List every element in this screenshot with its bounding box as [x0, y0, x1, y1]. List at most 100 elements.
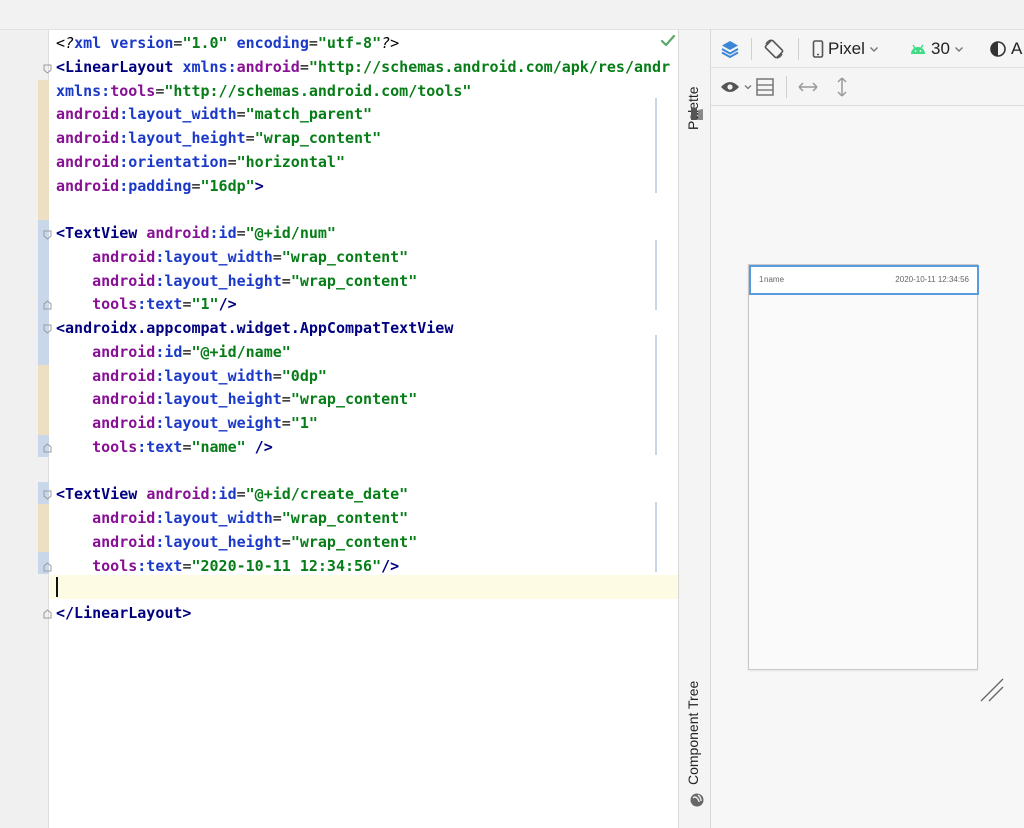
- code-line[interactable]: android:layout_height="wrap_content": [56, 531, 676, 555]
- code-token: :id: [209, 485, 237, 504]
- code-line[interactable]: [56, 578, 676, 602]
- code-line[interactable]: <androidx.appcompat.widget.AppCompatText…: [56, 317, 676, 341]
- code-line[interactable]: android:layout_height="wrap_content": [56, 388, 676, 412]
- vcs-change-marker: [38, 220, 49, 365]
- code-line[interactable]: tools:text="2020-10-11 12:34:56"/>: [56, 555, 676, 579]
- design-canvas[interactable]: 1 name 2020-10-11 12:34:56: [711, 107, 1024, 828]
- selected-linear-layout[interactable]: 1 name 2020-10-11 12:34:56: [749, 265, 979, 295]
- fold-toggle-icon[interactable]: [43, 609, 52, 619]
- code-token: "http://schemas.android.com/apk/res/andr: [308, 57, 671, 76]
- fold-toggle-icon[interactable]: [43, 490, 52, 500]
- fold-toggle-icon[interactable]: [43, 324, 52, 334]
- vcs-change-marker: [38, 80, 49, 225]
- code-line[interactable]: <TextView android:id="@+id/create_date": [56, 483, 676, 507]
- xml-code-editor[interactable]: <?xml version="1.0" encoding="utf-8"?> <L…: [0, 30, 678, 828]
- fold-toggle-icon[interactable]: [43, 562, 52, 572]
- device-selector[interactable]: Pixel: [812, 38, 879, 60]
- code-line[interactable]: <LinearLayout xmlns:android="http://sche…: [56, 56, 676, 80]
- code-token: <androidx.appcompat.widget.AppCompatText…: [56, 319, 454, 337]
- code-token: =: [236, 224, 246, 242]
- code-token: =: [191, 176, 201, 195]
- code-token: :orientation: [119, 152, 228, 171]
- code-line[interactable]: android:layout_width="match_parent": [56, 103, 676, 127]
- layers-icon[interactable]: [720, 38, 740, 60]
- eye-icon: [721, 82, 739, 92]
- fold-toggle-icon[interactable]: [43, 230, 52, 240]
- code-line[interactable]: xmlns:tools="http://schemas.android.com/…: [56, 80, 676, 104]
- code-token: :layout_height: [155, 390, 282, 409]
- code-line[interactable]: tools:text="1"/>: [56, 293, 676, 317]
- code-line[interactable]: android:layout_height="wrap_content": [56, 127, 676, 151]
- code-token: "wrap_content": [290, 532, 418, 551]
- code-token: =: [281, 271, 291, 290]
- fold-toggle-icon[interactable]: [43, 443, 52, 453]
- tab-component-tree[interactable]: Component Tree: [685, 681, 701, 785]
- code-line[interactable]: android:padding="16dp">: [56, 175, 676, 199]
- preview-name-text: name: [764, 275, 785, 284]
- code-token: =: [281, 532, 291, 551]
- code-token: android: [146, 224, 210, 242]
- code-token: "@+id/create_date": [245, 485, 409, 504]
- code-line[interactable]: android:orientation="horizontal": [56, 151, 676, 175]
- code-line[interactable]: <?xml version="1.0" encoding="utf-8"?>: [56, 32, 676, 56]
- code-token: =: [236, 105, 246, 124]
- code-token: "utf-8": [317, 34, 382, 52]
- vertical-resize-icon[interactable]: [835, 76, 849, 98]
- code-line[interactable]: [56, 460, 676, 484]
- preview-date-text: 2020-10-11 12:34:56: [895, 275, 969, 284]
- code-token: android: [92, 271, 156, 290]
- code-line[interactable]: </LinearLayout>: [56, 602, 676, 626]
- code-token: "match_parent": [245, 105, 373, 124]
- view-options-button[interactable]: [720, 76, 752, 98]
- checkmark-icon[interactable]: [660, 34, 676, 48]
- android-icon: [911, 44, 925, 54]
- code-token: =: [281, 390, 291, 409]
- fold-toggle-icon[interactable]: [43, 300, 52, 310]
- code-token: <LinearLayout: [56, 57, 183, 76]
- code-token: =: [299, 57, 309, 76]
- code-line[interactable]: <TextView android:id="@+id/num": [56, 222, 676, 246]
- device-preview[interactable]: 1 name 2020-10-11 12:34:56: [748, 264, 979, 670]
- api-level-label: 30: [931, 39, 950, 58]
- preview-num-text: 1: [759, 275, 764, 284]
- theme-selector[interactable]: A: [989, 38, 1022, 60]
- code-token: "2020-10-11 12:34:56": [191, 556, 382, 575]
- code-token: :layout_width: [155, 247, 273, 266]
- code-token: "16dp": [200, 176, 255, 195]
- code-token: android: [92, 414, 156, 432]
- code-line[interactable]: android:layout_width="0dp": [56, 365, 676, 389]
- tool-window-strip: Palette Component Tree: [678, 30, 711, 828]
- code-line[interactable]: tools:text="name" />: [56, 436, 676, 460]
- code-token: android: [92, 509, 156, 527]
- code-token: =: [245, 129, 255, 147]
- code-token: :layout_height: [155, 271, 282, 290]
- code-content[interactable]: <?xml version="1.0" encoding="utf-8"?> <L…: [56, 32, 676, 626]
- window-top-strip: [0, 0, 1024, 30]
- code-line[interactable]: android:layout_height="wrap_content": [56, 270, 676, 294]
- code-token: :id: [155, 342, 183, 361]
- blueprint-mode-icon[interactable]: [755, 76, 775, 98]
- design-secondary-toolbar: [711, 68, 1024, 106]
- api-level-selector[interactable]: 30: [909, 38, 964, 60]
- toolbar-separator: [798, 38, 799, 60]
- rotate-orientation-icon[interactable]: [763, 38, 785, 60]
- globe-icon[interactable]: [689, 792, 705, 808]
- code-line[interactable]: android:layout_width="wrap_content": [56, 246, 676, 270]
- code-line[interactable]: android:layout_weight="1": [56, 412, 676, 436]
- code-line[interactable]: [56, 198, 676, 222]
- fold-toggle-icon[interactable]: [43, 64, 52, 74]
- code-token: <TextView: [56, 485, 147, 504]
- vcs-change-marker: [38, 365, 49, 435]
- resize-handle-icon[interactable]: [979, 677, 1005, 703]
- text-caret: [56, 577, 58, 597]
- code-token: />: [381, 556, 400, 575]
- horizontal-resize-icon[interactable]: [797, 76, 819, 98]
- code-line[interactable]: android:id="@+id/name": [56, 341, 676, 365]
- code-line[interactable]: android:layout_width="wrap_content": [56, 507, 676, 531]
- palette-icon[interactable]: [689, 106, 705, 122]
- phone-icon: [812, 40, 824, 58]
- code-token: tools: [92, 437, 138, 456]
